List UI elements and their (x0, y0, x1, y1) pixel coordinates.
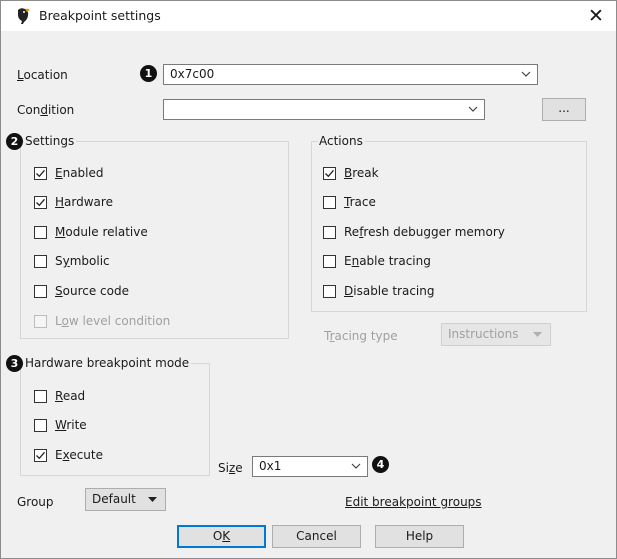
size-value: 0x1 (259, 459, 282, 473)
caret-down-icon (533, 332, 542, 337)
callout-badge-3: 3 (6, 355, 23, 372)
symbolic-label: Symbolic (55, 254, 110, 268)
symbolic-checkbox[interactable] (34, 255, 47, 268)
callout-badge-4: 4 (372, 456, 389, 473)
disable-tracing-label: Disable tracing (344, 284, 435, 298)
group-label: Group (17, 495, 54, 509)
trace-checkbox[interactable] (323, 196, 336, 209)
location-value: 0x7c00 (170, 67, 215, 81)
chevron-down-icon (521, 71, 531, 77)
size-combo[interactable]: 0x1 (252, 456, 368, 477)
tracing-type-value: Instructions (448, 327, 519, 341)
trace-label: Trace (344, 195, 376, 209)
execute-checkbox[interactable] (34, 449, 47, 462)
source-code-label: Source code (55, 284, 129, 298)
execute-label: Execute (55, 448, 104, 462)
hardware-mode-group (20, 363, 210, 476)
low-level-condition-label: Low level condition (55, 314, 171, 328)
close-icon: ✕ (588, 5, 604, 27)
enable-tracing-checkbox[interactable] (323, 255, 336, 268)
tracing-type-label: Tracing type (324, 329, 398, 343)
edit-breakpoint-groups-link[interactable]: Edit breakpoint groups (345, 495, 482, 509)
hardware-label: Hardware (55, 195, 113, 209)
write-checkbox[interactable] (34, 419, 47, 432)
module-relative-checkbox[interactable] (34, 226, 47, 239)
group-dropdown-button[interactable]: Default (85, 488, 166, 511)
disable-tracing-checkbox[interactable] (323, 285, 336, 298)
condition-combo[interactable] (163, 99, 485, 120)
cancel-button[interactable]: Cancel (272, 525, 361, 548)
hardware-checkbox[interactable] (34, 196, 47, 209)
location-label: Location (17, 68, 68, 82)
actions-group-title: Actions (318, 134, 365, 148)
group-value: Default (92, 492, 136, 506)
size-label: Size (218, 461, 243, 475)
source-code-checkbox[interactable] (34, 285, 47, 298)
condition-label: Condition (17, 103, 75, 117)
refresh-debugger-memory-checkbox[interactable] (323, 226, 336, 239)
low-level-condition-checkbox[interactable] (34, 315, 47, 328)
break-label: Break (344, 166, 379, 180)
location-combo[interactable]: 0x7c00 (163, 64, 538, 85)
title-bar: Breakpoint settings ✕ (1, 1, 616, 31)
window-title: Breakpoint settings (39, 8, 161, 23)
read-label: Read (55, 389, 86, 403)
module-relative-label: Module relative (55, 225, 148, 239)
caret-down-icon (148, 497, 157, 502)
enable-tracing-label: Enable tracing (344, 254, 431, 268)
enabled-checkbox[interactable] (34, 167, 47, 180)
enabled-label: Enabled (55, 166, 104, 180)
tracing-type-dropdown[interactable]: Instructions (441, 323, 551, 346)
callout-badge-1: 1 (140, 65, 157, 82)
chevron-down-icon (468, 106, 478, 112)
close-button[interactable]: ✕ (576, 1, 616, 31)
condition-ellipsis-button[interactable]: ... (542, 98, 586, 121)
chevron-down-icon (351, 463, 361, 469)
refresh-debugger-memory-label: Refresh debugger memory (344, 225, 505, 239)
ok-button[interactable]: OK (177, 525, 266, 548)
settings-group-title: Settings (24, 134, 77, 148)
write-label: Write (55, 418, 87, 432)
callout-badge-2: 2 (6, 133, 23, 150)
read-checkbox[interactable] (34, 390, 47, 403)
breakpoint-settings-dialog: Breakpoint settings ✕ Location 1 0x7c00 … (0, 0, 617, 559)
hardware-mode-group-title: Hardware breakpoint mode (24, 356, 192, 370)
help-button[interactable]: Help (375, 525, 464, 548)
app-bird-icon (18, 8, 30, 24)
break-checkbox[interactable] (323, 167, 336, 180)
